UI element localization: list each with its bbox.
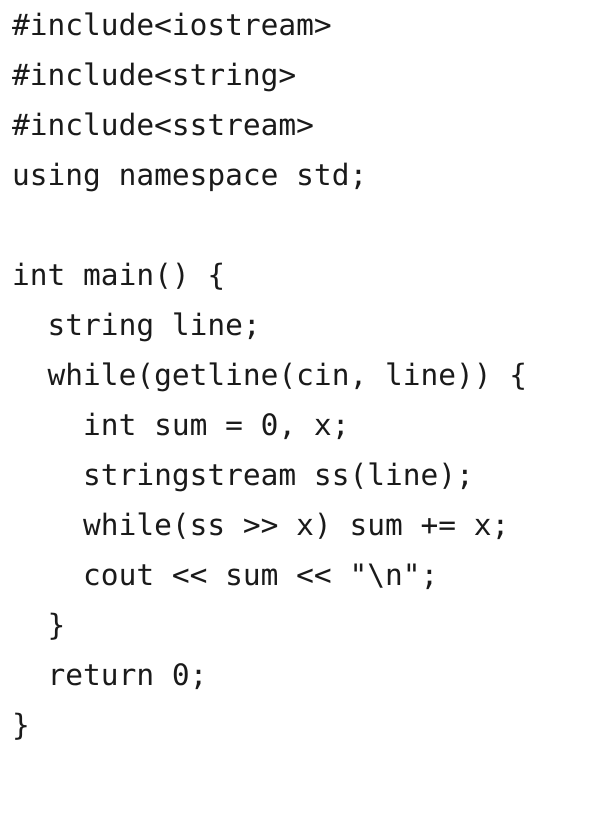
code-line: cout << sum << "\n"; xyxy=(12,558,439,592)
code-listing: #include<iostream> #include<string> #inc… xyxy=(0,0,593,838)
code-line: #include<sstream> xyxy=(12,108,314,142)
code-line: string line; xyxy=(12,308,261,342)
code-line: stringstream ss(line); xyxy=(12,458,474,492)
code-line: #include<string> xyxy=(12,58,297,92)
code-line: return 0; xyxy=(12,658,208,692)
code-line: } xyxy=(12,708,30,742)
code-line: int sum = 0, x; xyxy=(12,408,350,442)
code-line: } xyxy=(12,608,66,642)
code-line: using namespace std; xyxy=(12,158,368,192)
code-line: while(ss >> x) sum += x; xyxy=(12,508,510,542)
code-line: while(getline(cin, line)) { xyxy=(12,358,528,392)
code-line: #include<iostream> xyxy=(12,8,332,42)
code-line: int main() { xyxy=(12,258,226,292)
